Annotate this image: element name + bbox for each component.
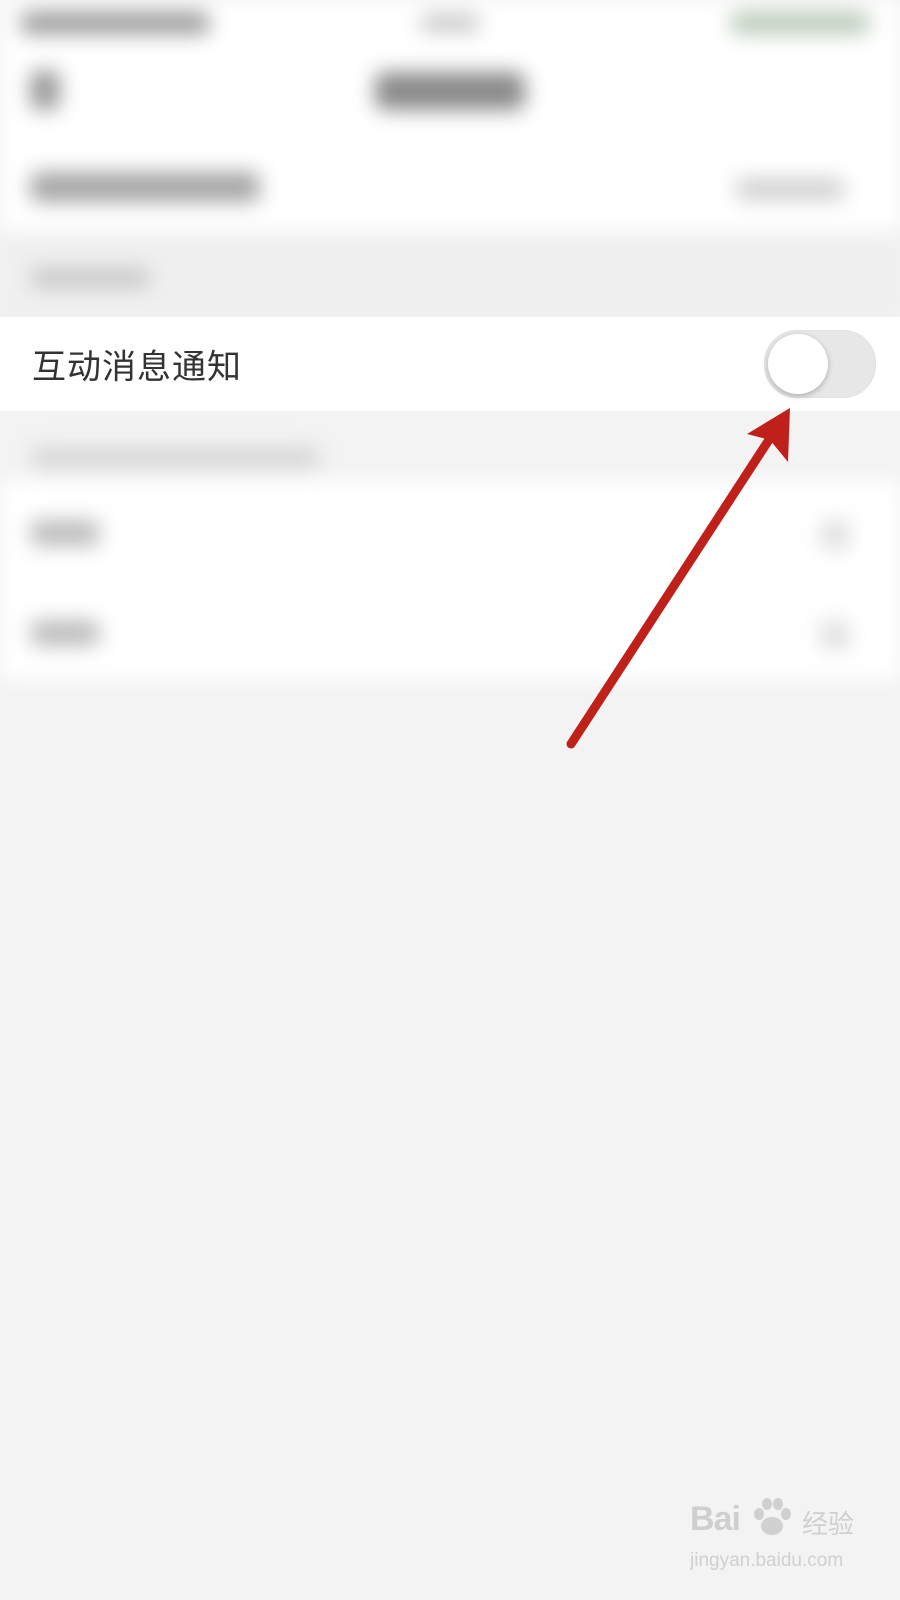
watermark-brand: Bai (690, 1500, 741, 1538)
setting-label: 互动消息通知 (32, 347, 242, 388)
watermark-domain: jingyan.baidu.com (690, 1550, 844, 1571)
blurred-header-region (0, 0, 900, 316)
toggle-knob (768, 334, 828, 394)
watermark-suffix: 经验 (802, 1509, 855, 1539)
blurred-lower-region (0, 410, 900, 690)
interactive-message-notification-row: 互动消息通知 (0, 316, 900, 412)
baidu-paw-logo-icon (754, 1498, 791, 1535)
baidu-jingyan-watermark: Bai 经验 jingyan.baidu.com (690, 1498, 870, 1580)
settings-screen: 互动消息通知 Bai 经验 jingyan.baidu.com (0, 0, 900, 1600)
notification-toggle[interactable] (764, 330, 876, 398)
